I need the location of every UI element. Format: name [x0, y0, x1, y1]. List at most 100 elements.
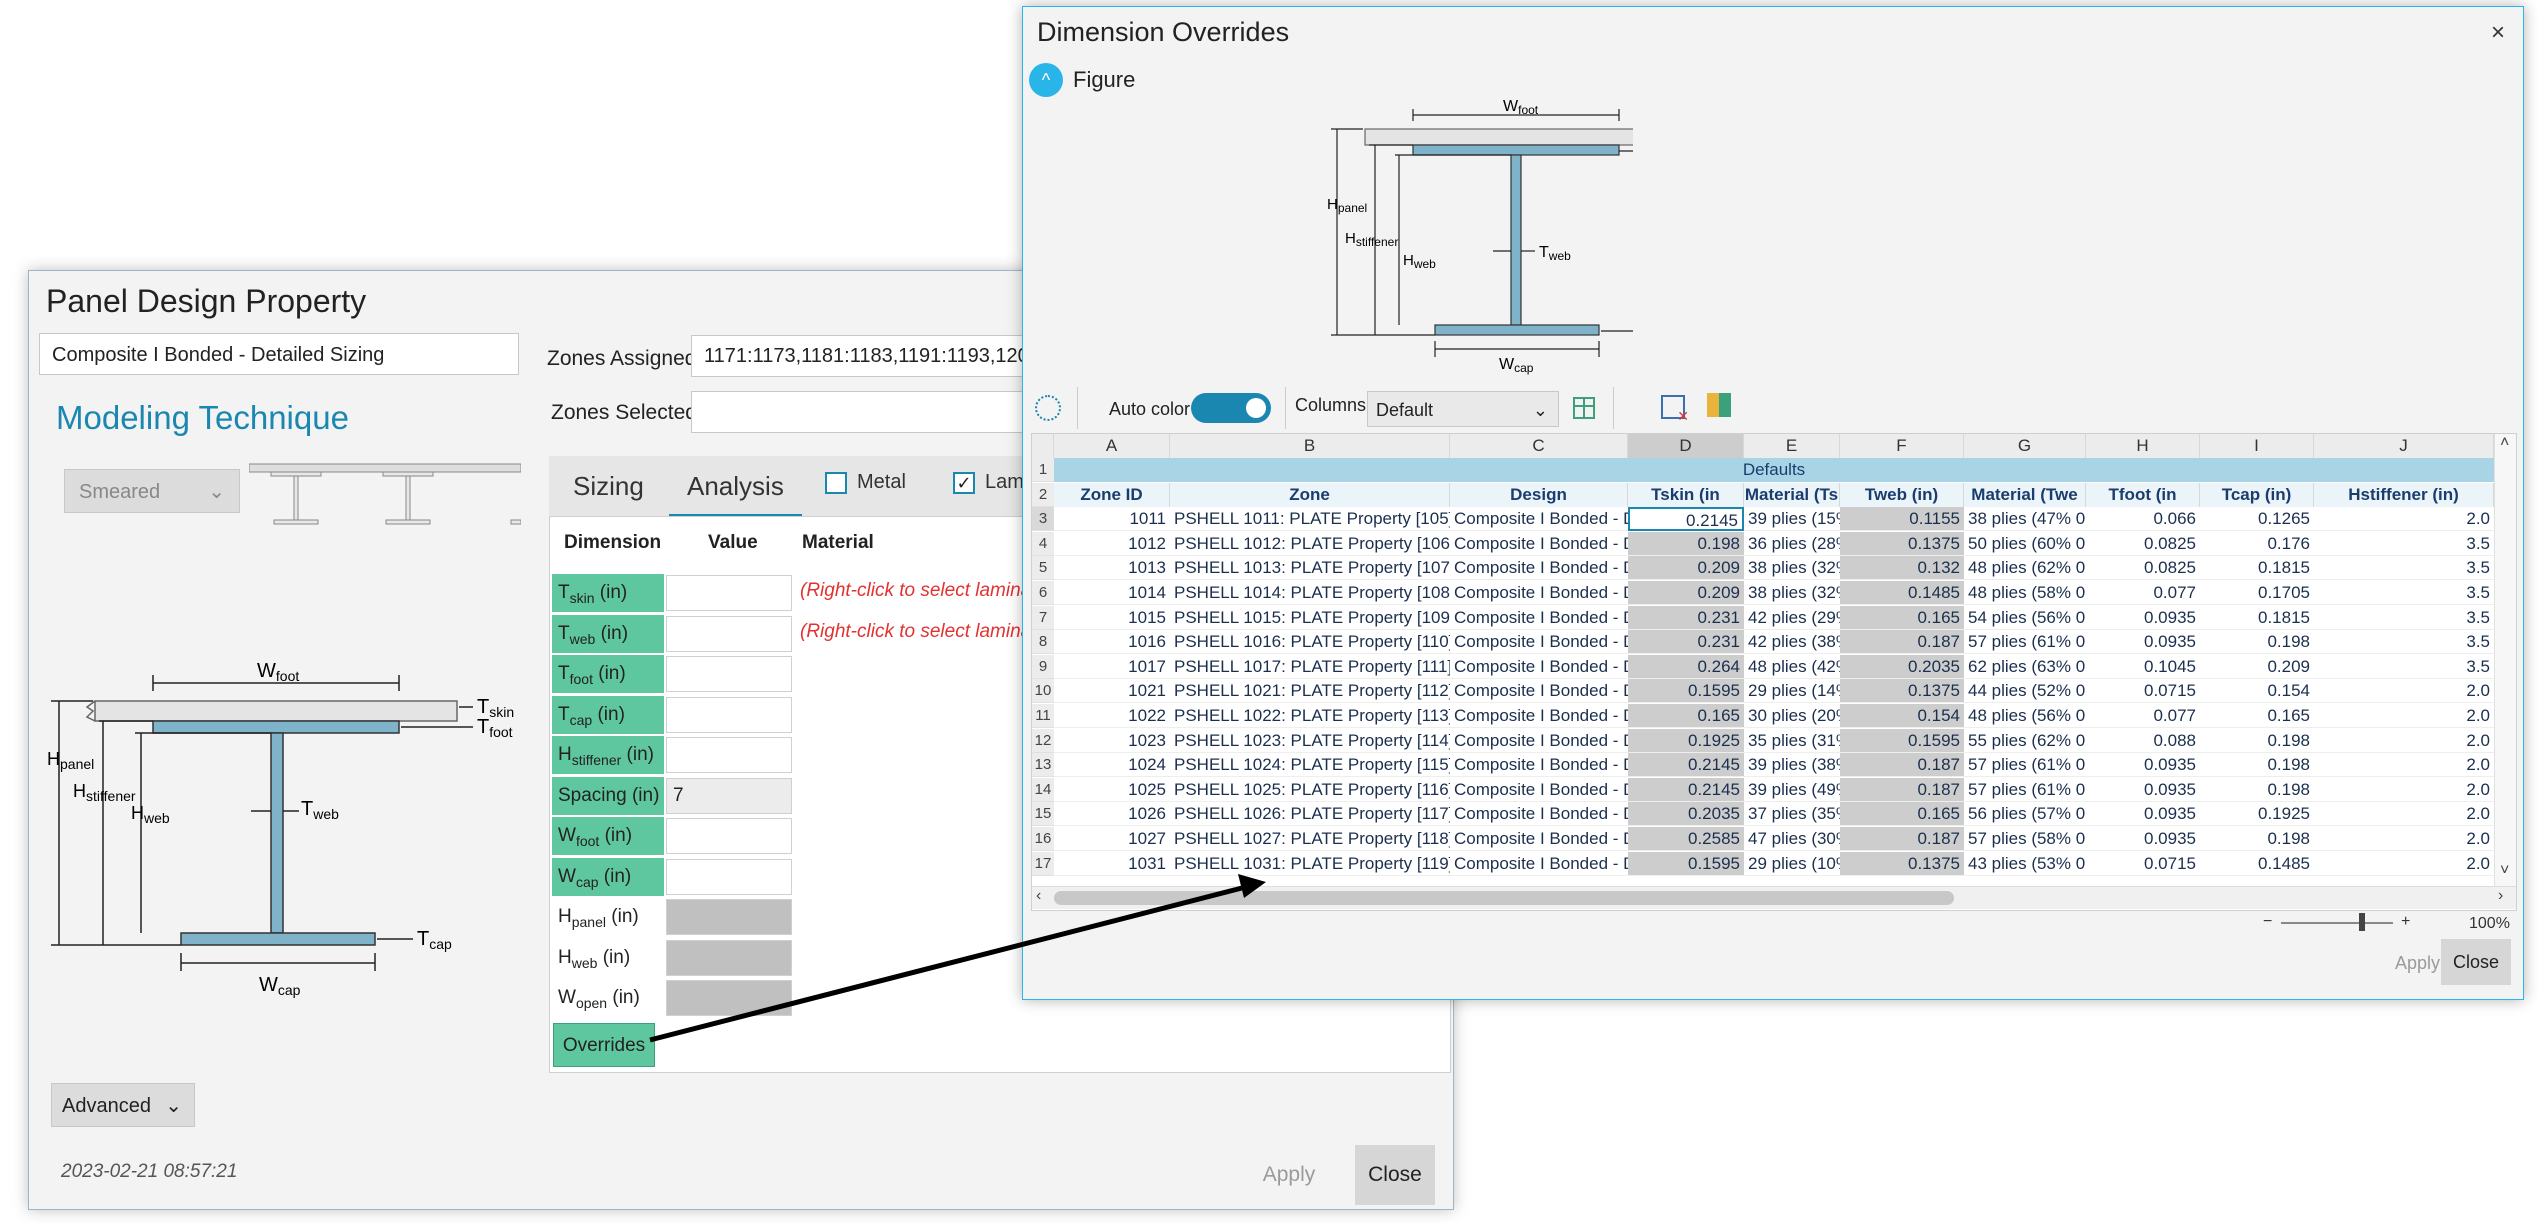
table-cell[interactable]: 1011 — [1054, 507, 1170, 532]
table-cell[interactable]: 2.0 — [2314, 507, 2494, 532]
table-cell[interactable]: Composite I Bonded - D — [1450, 704, 1628, 728]
table-cell[interactable]: 0.1705 — [2200, 581, 2314, 605]
table-cell[interactable]: 0.1815 — [2200, 556, 2314, 581]
table-cell[interactable]: 0.154 — [2200, 679, 2314, 704]
table-cell[interactable]: 0.264 — [1628, 654, 1744, 679]
table-cell[interactable]: PSHELL 1021: PLATE Property [112] — [1170, 679, 1450, 704]
modeling-technique-dropdown[interactable]: Smeared ⌄ — [64, 469, 240, 513]
scroll-left-icon[interactable]: ‹ — [1036, 887, 1041, 905]
field-header[interactable]: Hstiffener (in) — [2314, 482, 2494, 507]
table-cell[interactable]: Composite I Bonded - D — [1450, 581, 1628, 605]
table-cell[interactable]: 0.1485 — [1840, 581, 1964, 605]
zoom-in-button[interactable]: + — [2401, 913, 2410, 931]
table-cell[interactable]: Composite I Bonded - D — [1450, 556, 1628, 581]
metal-checkbox[interactable] — [825, 472, 847, 494]
table-cell[interactable]: 0.066 — [2086, 507, 2200, 532]
table-cell[interactable]: 3.5 — [2314, 556, 2494, 581]
field-header[interactable]: Tweb (in) — [1840, 482, 1964, 507]
property-name-field[interactable]: Composite I Bonded - Detailed Sizing — [39, 333, 519, 375]
material-hint[interactable]: (Right-click to select lamina — [800, 580, 1031, 602]
table-cell[interactable]: PSHELL 1016: PLATE Property [110] — [1170, 630, 1450, 655]
table-cell[interactable]: 0.154 — [1840, 704, 1964, 728]
table-cell[interactable]: 29 plies (14% — [1744, 679, 1840, 704]
table-cell[interactable]: 57 plies (61% 0, — [1964, 753, 2086, 778]
table-cell[interactable]: PSHELL 1026: PLATE Property [117] — [1170, 802, 1450, 827]
dimension-value-input[interactable] — [666, 818, 792, 854]
table-cell[interactable]: 0.198 — [2200, 630, 2314, 655]
table-cell[interactable]: Composite I Bonded - D — [1450, 729, 1628, 753]
table-cell[interactable]: 0.187 — [1840, 777, 1964, 802]
color-map-icon[interactable] — [1707, 393, 1731, 417]
column-letter-header[interactable]: D — [1628, 434, 1744, 458]
table-cell[interactable]: Composite I Bonded - D — [1450, 679, 1628, 704]
material-hint[interactable]: (Right-click to select lamina — [800, 621, 1031, 643]
column-letter-header[interactable]: F — [1840, 434, 1964, 458]
table-cell[interactable]: 0.198 — [2200, 827, 2314, 851]
table-cell[interactable]: Composite I Bonded - D — [1450, 507, 1628, 532]
table-cell[interactable]: 2.0 — [2314, 729, 2494, 753]
table-cell[interactable]: 62 plies (63% 0, — [1964, 655, 2086, 679]
table-cell[interactable]: 2.0 — [2314, 679, 2494, 704]
table-cell[interactable]: PSHELL 1025: PLATE Property [116] — [1170, 778, 1450, 802]
table-cell[interactable]: 0.198 — [2200, 778, 2314, 802]
auto-color-toggle[interactable] — [1191, 393, 1271, 423]
table-cell[interactable]: 56 plies (57% 0, — [1964, 802, 2086, 827]
table-cell[interactable]: 0.187 — [1840, 827, 1964, 851]
table-cell[interactable]: Composite I Bonded - D — [1450, 852, 1628, 876]
table-cell[interactable]: 0.209 — [1628, 581, 1744, 605]
table-cell[interactable]: 0.077 — [2086, 581, 2200, 605]
advanced-button[interactable]: Advanced ⌄ — [51, 1083, 195, 1127]
table-cell[interactable]: 0.0935 — [2086, 827, 2200, 851]
table-cell[interactable]: 35 plies (31% — [1744, 729, 1840, 753]
field-header[interactable]: Zone ID — [1054, 482, 1170, 507]
field-header[interactable]: Material (Ts — [1744, 482, 1840, 507]
table-cell[interactable]: 3.5 — [2314, 655, 2494, 679]
close-button[interactable]: Close — [2441, 939, 2511, 985]
clear-overrides-icon[interactable]: ✕ — [1661, 395, 1689, 424]
scroll-right-icon[interactable]: › — [2498, 887, 2503, 905]
table-cell[interactable]: 1017 — [1054, 655, 1170, 679]
table-cell[interactable]: 0.2585 — [1628, 827, 1744, 851]
vertical-scrollbar[interactable]: ˄ ˅ — [2494, 434, 2516, 886]
table-cell[interactable]: 0.0935 — [2086, 802, 2200, 827]
collapse-figure-icon[interactable]: ^ — [1029, 63, 1063, 97]
table-cell[interactable]: 39 plies (49% — [1744, 778, 1840, 802]
table-cell[interactable]: 1025 — [1054, 778, 1170, 802]
table-cell[interactable]: 0.1375 — [1840, 851, 1964, 876]
column-letter-header[interactable]: J — [2314, 434, 2494, 458]
column-letter-header[interactable]: G — [1964, 434, 2086, 458]
table-cell[interactable]: 0.2035 — [1840, 654, 1964, 679]
table-cell[interactable]: Composite I Bonded - D — [1450, 827, 1628, 851]
table-cell[interactable]: 1022 — [1054, 704, 1170, 728]
table-cell[interactable]: Composite I Bonded - D — [1450, 802, 1628, 827]
table-cell[interactable]: Composite I Bonded - D — [1450, 655, 1628, 679]
table-cell[interactable]: 57 plies (61% 0, — [1964, 630, 2086, 655]
table-cell[interactable]: PSHELL 1014: PLATE Property [108] — [1170, 581, 1450, 605]
table-cell[interactable]: 0.198 — [2200, 753, 2314, 778]
zoom-out-button[interactable]: − — [2263, 913, 2272, 931]
zoom-slider-track[interactable] — [2281, 922, 2393, 924]
table-cell[interactable]: 1014 — [1054, 581, 1170, 605]
apply-button[interactable]: Apply — [2395, 953, 2440, 974]
field-header[interactable]: Zone — [1170, 482, 1450, 507]
columns-dropdown[interactable]: Default ⌄ — [1367, 391, 1559, 427]
table-cell[interactable]: 0.165 — [2200, 704, 2314, 728]
table-cell[interactable]: Composite I Bonded - D — [1450, 630, 1628, 655]
table-cell[interactable]: 0.1265 — [2200, 507, 2314, 532]
table-cell[interactable]: 3.5 — [2314, 630, 2494, 655]
field-header[interactable]: Design — [1450, 482, 1628, 507]
overrides-spreadsheet[interactable]: A B C D E F G H I J 1 Defaults 2 Zone ID Zone Design Tsk… — [1031, 433, 2517, 911]
table-cell[interactable]: 0.187 — [1840, 630, 1964, 655]
scroll-down-icon[interactable]: ˅ — [2500, 862, 2509, 880]
column-letter-header[interactable]: C — [1450, 434, 1628, 458]
column-letter-header[interactable]: B — [1170, 434, 1450, 458]
table-cell[interactable]: 0.1815 — [2200, 606, 2314, 630]
table-cell[interactable]: 2.0 — [2314, 852, 2494, 876]
column-letter-header[interactable]: I — [2200, 434, 2314, 458]
table-cell[interactable]: Composite I Bonded - D — [1450, 532, 1628, 556]
field-header[interactable]: Material (Twe — [1964, 482, 2086, 507]
table-cell[interactable]: PSHELL 1012: PLATE Property [106] — [1170, 532, 1450, 556]
table-cell[interactable]: 0.198 — [2200, 729, 2314, 753]
table-cell[interactable]: 0.0935 — [2086, 606, 2200, 630]
table-cell[interactable]: 1031 — [1054, 852, 1170, 876]
